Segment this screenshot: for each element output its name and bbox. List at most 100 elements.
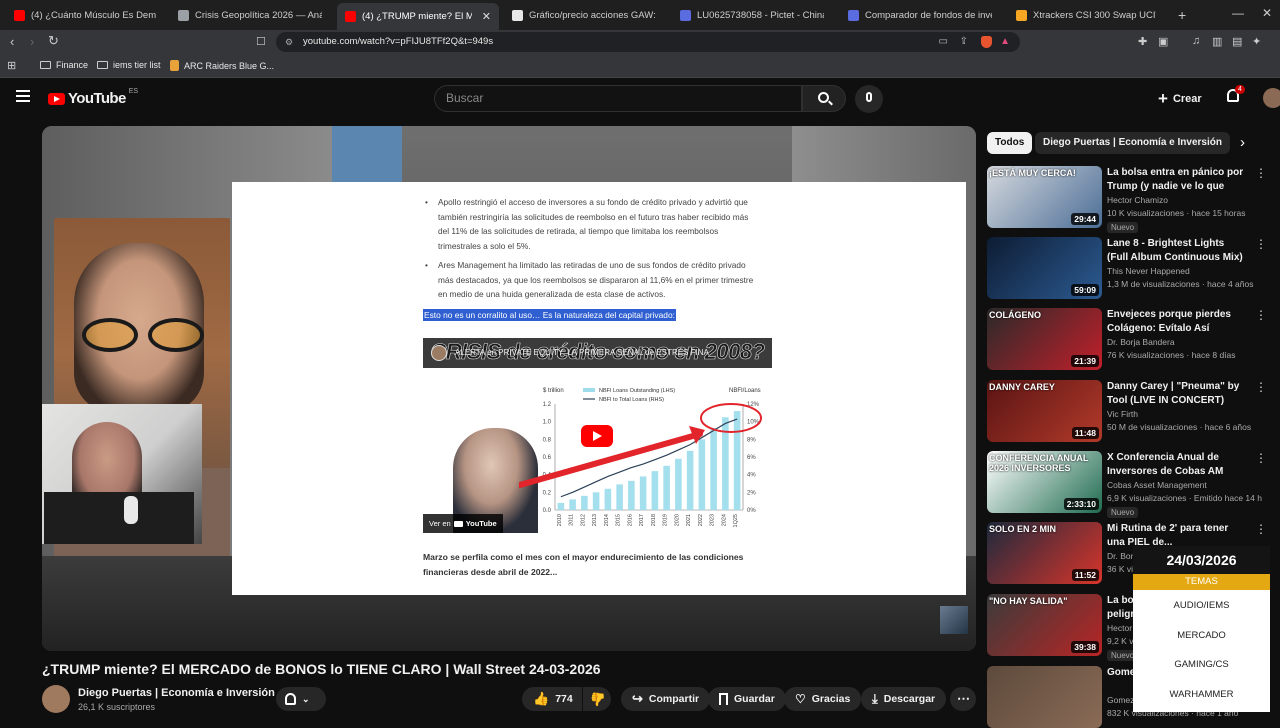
recommendation-thumbnail[interactable]: 59:09	[987, 237, 1102, 299]
tab-favicon-icon	[14, 9, 25, 21]
recommendation-item[interactable]: DANNY CAREY 11:48 Danny Carey | "Pneuma" b…	[987, 380, 1277, 442]
video-player[interactable]: Apollo restringió el acceso de inversore…	[42, 126, 976, 651]
more-options-icon[interactable]: ⋮	[1255, 380, 1267, 394]
brave-shield-icon[interactable]	[981, 36, 992, 48]
recommendation-channel: Hector Chamizo	[1107, 195, 1168, 205]
browser-tab[interactable]: Xtrackers CSI 300 Swap UCITS ETF 1C	[1008, 4, 1164, 26]
channel-avatar[interactable]	[42, 685, 70, 713]
menu-icon[interactable]	[16, 90, 30, 102]
annotation-circle	[700, 403, 762, 433]
wallet2-icon[interactable]: ▤	[1232, 35, 1242, 48]
chart-bar	[569, 499, 576, 510]
recommendation-title[interactable]: Lane 8 - Brightest Lights (Full Album Co…	[1107, 237, 1247, 264]
recommendation-item[interactable]: COLÁGENO 21:39 Envejeces porque pierdes Co…	[987, 308, 1277, 370]
browser-tab[interactable]: Comparador de fondos de inversión	[840, 4, 1000, 26]
browser-tab[interactable]: (4) ¿TRUMP miente? El MERCADO ✕	[337, 3, 499, 30]
y-tick-right: 0%	[747, 508, 756, 514]
more-options-icon[interactable]: ⋮	[1255, 451, 1267, 465]
subscribe-bell-button[interactable]: ⌄	[276, 687, 326, 711]
recommendation-thumbnail[interactable]	[987, 666, 1102, 728]
browser-tab[interactable]: Gráfico/precio acciones GAW: LSE:GA	[504, 4, 664, 26]
embed-play-button[interactable]	[581, 425, 613, 447]
back-icon[interactable]: ‹	[10, 34, 14, 49]
reload-icon[interactable]: ↻	[48, 33, 59, 49]
youtube-logo[interactable]: YouTube ES	[48, 88, 138, 107]
create-button[interactable]: + Crear	[1158, 86, 1202, 112]
forward-icon[interactable]: ›	[30, 34, 34, 49]
browser-tab[interactable]: (4) ¿Cuánto Músculo Es Demasiado?	[6, 4, 164, 26]
account-avatar[interactable]	[1263, 88, 1280, 108]
recommendation-item[interactable]: ¡ESTÁ MUY CERCA! 29:44 La bolsa entra en p…	[987, 166, 1277, 233]
like-button[interactable]: 👍 774	[522, 687, 582, 711]
recommendation-title[interactable]: X Conferencia Anual de Inversores de Cob…	[1107, 451, 1247, 478]
notifications-button[interactable]: 4	[1227, 85, 1245, 107]
youtube-mini-icon	[453, 520, 463, 527]
media-icon[interactable]: ♫	[1192, 35, 1200, 47]
video-duration: 29:44	[1071, 213, 1099, 225]
new-tab-button[interactable]: +	[1178, 7, 1186, 23]
url-field[interactable]: ⚙ youtube.com/watch?v=pFIJU8TFf2Q&t=949s…	[276, 32, 1020, 52]
more-options-icon[interactable]: ⋮	[1255, 237, 1267, 251]
recommendation-thumbnail[interactable]: COLÁGENO 21:39	[987, 308, 1102, 370]
y-tick-right: 4%	[747, 473, 756, 479]
bookmark-finance[interactable]: Finance	[40, 60, 88, 70]
guest-webcam	[42, 404, 202, 544]
share-page-icon[interactable]: ⇪	[960, 32, 968, 52]
more-actions-button[interactable]: ⋯	[950, 687, 976, 711]
tab-close-icon[interactable]: ✕	[482, 10, 491, 23]
thanks-button[interactable]: ♡ Gracias	[784, 687, 862, 711]
share-button[interactable]: ↪ Compartir	[621, 687, 711, 711]
thumbnail-caption: "NO HAY SALIDA"	[989, 596, 1068, 606]
tab-title: (4) ¿Cuánto Músculo Es Demasiado?	[31, 9, 156, 21]
wallet-icon[interactable]: ▣	[1158, 35, 1168, 48]
more-options-icon[interactable]: ⋮	[1255, 166, 1267, 180]
recommendation-thumbnail[interactable]: SOLO EN 2 MIN 11:52	[987, 522, 1102, 584]
more-options-icon[interactable]: ⋮	[1255, 308, 1267, 322]
channel-name[interactable]: Diego Puertas | Economía e Inversión	[78, 687, 275, 699]
site-info-icon[interactable]: ⚙	[285, 32, 293, 52]
voice-search-button[interactable]	[855, 85, 883, 113]
recommendation-thumbnail[interactable]: CONFERENCIA ANUAL 2026 INVERSORES 2:33:10	[987, 451, 1102, 513]
chart-bar	[675, 458, 682, 510]
cast-icon[interactable]: ▭	[939, 32, 948, 52]
bookmark-page-icon[interactable]: ☐	[256, 35, 266, 48]
recommendation-thumbnail[interactable]: "NO HAY SALIDA" 39:38	[987, 594, 1102, 656]
browser-tab[interactable]: Crisis Geopolítica 2026 — Análisis de	[170, 4, 330, 26]
watch-on-youtube[interactable]: Ver en YouTube	[423, 514, 503, 533]
x-tick-label: 2011	[569, 514, 575, 526]
apps-icon[interactable]: ⊞	[7, 59, 16, 72]
embedded-video[interactable]: CRISIS de crédito como en 2008? ALERTA e…	[423, 338, 772, 533]
recommendation-item[interactable]: CONFERENCIA ANUAL 2026 INVERSORES 2:33:10…	[987, 451, 1277, 518]
recommendation-item[interactable]: 59:09 Lane 8 - Brightest Lights (Full Alb…	[987, 237, 1277, 299]
more-options-icon[interactable]: ⋮	[1255, 522, 1267, 536]
dislike-button[interactable]: 👍	[583, 687, 611, 711]
rewards-icon[interactable]: ▲	[1000, 32, 1010, 52]
search-input[interactable]: Buscar	[434, 85, 802, 112]
download-button[interactable]: ⤓ Descargar	[861, 687, 947, 711]
bookmark-iems[interactable]: iems tier list	[97, 60, 161, 70]
chevron-right-icon[interactable]: ›	[1240, 134, 1245, 151]
recommendation-thumbnail[interactable]: ¡ESTÁ MUY CERCA! 29:44	[987, 166, 1102, 228]
chip-all[interactable]: Todos	[987, 132, 1033, 154]
recommendation-title[interactable]: Danny Carey | "Pneuma" by Tool (LIVE IN …	[1107, 380, 1247, 407]
extensions-icon[interactable]: ✚	[1138, 35, 1147, 48]
chart-bar	[604, 488, 612, 510]
recommendation-title[interactable]: La bolsa entra en pánico por Trump (y na…	[1107, 166, 1247, 193]
close-window-button[interactable]: ✕	[1262, 6, 1272, 20]
legend-label: NBFI to Total Loans (RHS)	[599, 397, 664, 403]
search-button[interactable]	[802, 85, 846, 112]
leo-icon[interactable]: ✦	[1252, 35, 1261, 48]
recommendation-title[interactable]: Mi Rutina de 2' para tener una PIEL de..…	[1107, 522, 1247, 549]
save-button[interactable]: Guardar	[708, 687, 786, 711]
bookmark-arc-raiders[interactable]: ARC Raiders Blue G...	[170, 60, 274, 71]
minimize-button[interactable]: —	[1232, 6, 1244, 20]
chip-channel[interactable]: Diego Puertas | Economía e Inversión	[1035, 132, 1230, 154]
x-tick-label: 2012	[580, 514, 586, 526]
sidebar-icon[interactable]: ▥	[1212, 35, 1222, 48]
highlighted-text: Esto no es un corralito al uso… Es la na…	[423, 309, 676, 321]
recommendation-meta: 50 M de visualizaciones · hace 6 años	[1107, 422, 1252, 432]
chart-bar	[733, 411, 741, 510]
browser-tab[interactable]: LU0625738058 - Pictet - China Index	[672, 4, 832, 26]
recommendation-title[interactable]: Envejeces porque pierdes Colágeno: Evíta…	[1107, 308, 1247, 335]
recommendation-thumbnail[interactable]: DANNY CAREY 11:48	[987, 380, 1102, 442]
